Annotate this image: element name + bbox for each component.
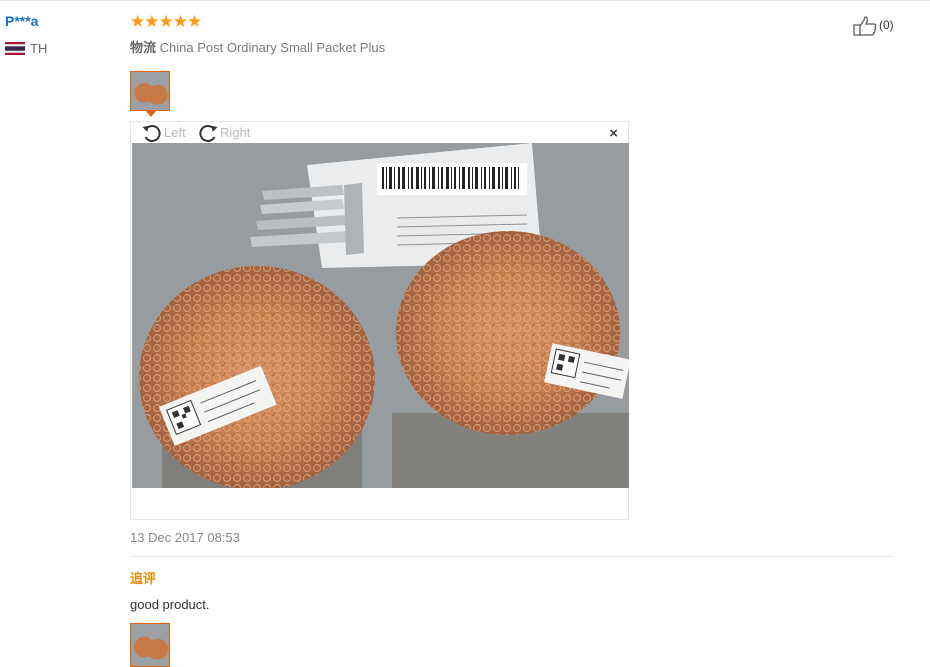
review-date: 13 Dec 2017 08:53 — [130, 530, 240, 545]
rotate-right-label: Right — [220, 125, 251, 140]
logistics-label: 物流 — [130, 40, 157, 55]
thumbnail-selected-pointer — [146, 111, 156, 117]
viewer-toolbar: Left Right × — [131, 122, 628, 143]
followup-title: 追评 — [130, 571, 157, 586]
like-count: (0) — [879, 18, 894, 32]
rotate-left-icon — [142, 124, 161, 142]
followup-photo-thumbnail[interactable] — [130, 623, 170, 667]
logistics-value: China Post Ordinary Small Packet Plus — [159, 40, 386, 55]
section-divider — [130, 556, 894, 557]
review-photo-thumbnail[interactable] — [130, 71, 170, 111]
rotate-right-icon — [199, 124, 218, 142]
thumbnail-image — [131, 72, 169, 110]
review-photo — [132, 143, 629, 488]
close-viewer-button[interactable]: × — [609, 125, 618, 142]
reviewer-country: TH — [30, 41, 48, 56]
like-button[interactable] — [853, 16, 877, 41]
star-rating: ★★★★★ — [130, 12, 202, 31]
top-divider — [0, 0, 930, 1]
logistics-info: 物流 China Post Ordinary Small Packet Plus — [130, 37, 385, 56]
image-viewer: Left Right × — [130, 121, 629, 520]
rotate-right-button[interactable]: Right — [197, 122, 250, 143]
rotate-left-label: Left — [164, 125, 186, 140]
thailand-flag-icon — [5, 42, 25, 55]
followup-text: good product. — [130, 597, 210, 612]
thumbs-up-icon — [853, 16, 877, 36]
followup-thumbnail-image — [131, 624, 169, 666]
rotate-left-button[interactable]: Left — [141, 122, 186, 143]
reviewer-name[interactable]: P***a — [5, 13, 38, 29]
